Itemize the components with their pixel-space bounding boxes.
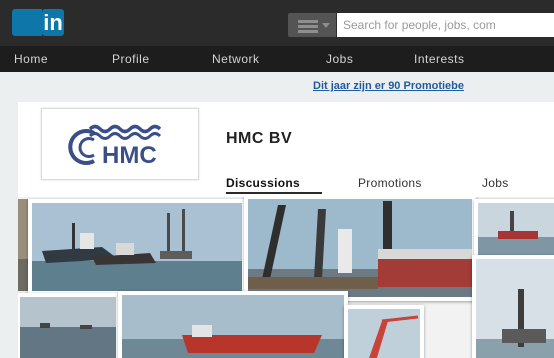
top-bar: in	[0, 0, 554, 46]
cover-photo	[344, 305, 424, 358]
search-input[interactable]	[337, 13, 554, 37]
linkedin-logo-mark: in	[42, 9, 64, 36]
linkedin-logo[interactable]: in	[12, 9, 64, 36]
nav-item-profile[interactable]: Profile	[112, 46, 150, 72]
tab-jobs[interactable]: Jobs	[482, 176, 509, 190]
promo-row: Dit jaar zijn er 90 Promotiebe	[0, 72, 554, 102]
hmc-logo-text: HMC	[102, 142, 157, 169]
chevron-down-icon	[322, 23, 330, 28]
cover-photo	[474, 199, 554, 259]
tab-promotions[interactable]: Promotions	[358, 176, 422, 190]
cover-photo	[472, 255, 554, 358]
search-category-dropdown[interactable]	[288, 13, 336, 37]
cover-photo	[118, 291, 348, 358]
cover-photo-collage	[18, 197, 554, 358]
main-nav: Home Profile Network Jobs Interests	[0, 46, 554, 72]
nav-item-interests[interactable]: Interests	[414, 46, 465, 72]
cover-photo	[244, 197, 476, 301]
nav-item-network[interactable]: Network	[212, 46, 260, 72]
linkedin-logo-prefix	[12, 9, 42, 36]
cover-photo	[18, 293, 120, 358]
nav-item-home[interactable]: Home	[14, 46, 48, 72]
hmc-logo-graphic: HMC	[68, 124, 162, 169]
tab-discussions[interactable]: Discussions	[226, 176, 300, 190]
menu-icon	[298, 20, 318, 23]
nav-item-jobs[interactable]: Jobs	[326, 46, 353, 72]
promo-link[interactable]: Dit jaar zijn er 90 Promotiebe	[313, 80, 464, 92]
company-header-card: HMC HMC BV Discussions Promotions Jobs	[18, 102, 554, 197]
company-logo: HMC	[41, 108, 199, 180]
company-name: HMC BV	[226, 130, 293, 147]
active-tab-indicator	[226, 192, 322, 194]
cover-photo	[28, 199, 246, 295]
